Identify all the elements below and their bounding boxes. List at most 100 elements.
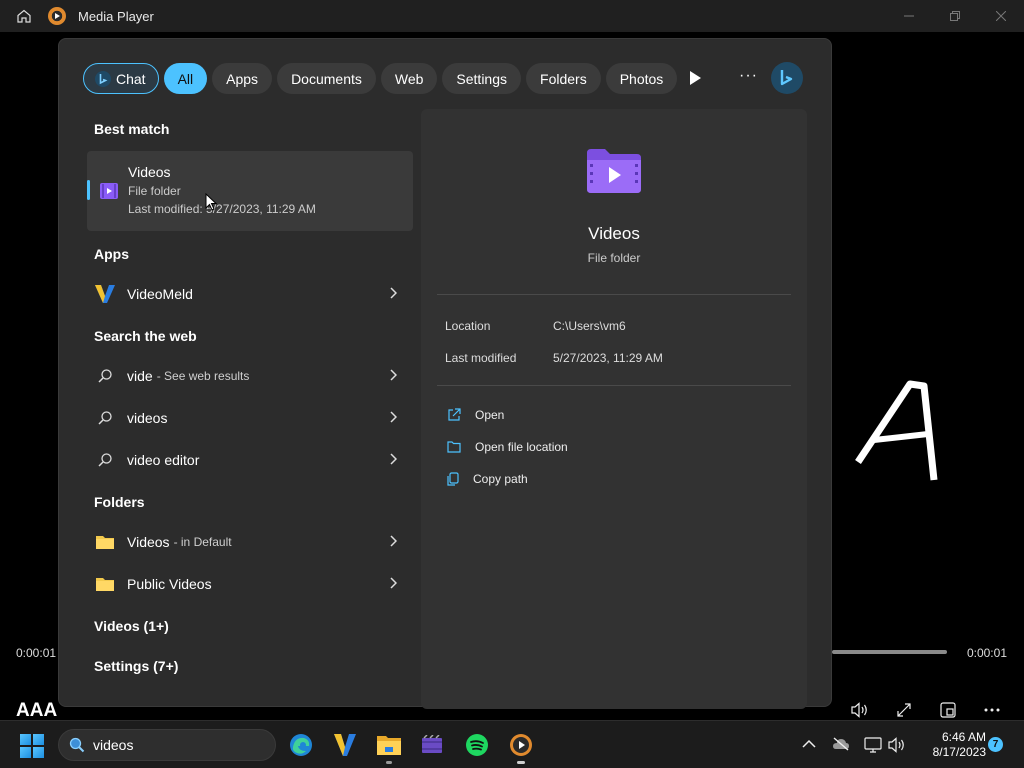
restore-icon: [950, 11, 960, 21]
taskbar-search-query: videos: [93, 737, 134, 753]
running-indicator: [386, 761, 392, 764]
folder-result-2[interactable]: Public Videos: [83, 566, 413, 602]
onedrive-offline-icon[interactable]: [832, 737, 850, 751]
seek-bar[interactable]: [832, 650, 947, 654]
modified-label: Last modified: [445, 351, 517, 365]
web-result-query: videos: [127, 410, 168, 426]
bing-button[interactable]: [771, 62, 803, 94]
window-title: Media Player: [78, 8, 154, 24]
videos-folder-icon: [100, 183, 118, 199]
web-result-3[interactable]: video editor: [83, 442, 413, 478]
web-result-1[interactable]: vide - See web results: [83, 358, 413, 394]
home-button[interactable]: [0, 0, 48, 32]
modified-value: 5/27/2023, 11:29 AM: [553, 351, 663, 365]
file-explorer-taskbar-button[interactable]: [375, 731, 403, 759]
copy-icon: [447, 472, 459, 486]
volume-icon[interactable]: [888, 737, 906, 753]
taskbar-search-box[interactable]: videos: [58, 729, 276, 761]
app-result-videomeld[interactable]: VideoMeld: [83, 276, 413, 312]
more-icon: [984, 708, 1000, 712]
preview-pane: Videos File folder Location C:\Users\vm6…: [421, 109, 807, 709]
mini-player-button[interactable]: [926, 698, 970, 722]
chevron-right-icon[interactable]: [389, 453, 397, 465]
chevron-right-icon[interactable]: [389, 577, 397, 589]
chevron-right-icon[interactable]: [389, 535, 397, 547]
chip-photos[interactable]: Photos: [605, 63, 678, 94]
chip-all[interactable]: All: [163, 63, 208, 94]
action-open-file-location[interactable]: Open file location: [447, 440, 568, 454]
network-icon[interactable]: [864, 737, 882, 753]
web-result-query: vide: [127, 368, 153, 384]
bing-chat-icon: [95, 70, 111, 87]
web-result-2[interactable]: videos: [83, 400, 413, 436]
start-button[interactable]: [20, 734, 44, 758]
more-options-icon[interactable]: ···: [739, 67, 758, 85]
action-copy-path[interactable]: Copy path: [447, 472, 528, 486]
media-player-logo-icon: [48, 7, 66, 25]
chevron-right-icon[interactable]: [389, 287, 397, 299]
best-match-type: File folder: [128, 184, 181, 198]
clock-time: 6:46 AM: [941, 730, 986, 744]
fullscreen-button[interactable]: [882, 698, 926, 722]
chip-settings[interactable]: Settings: [442, 63, 522, 94]
section-apps: Apps: [94, 246, 129, 262]
file-explorer-icon: [377, 736, 401, 755]
chip-documents[interactable]: Documents: [277, 63, 376, 94]
mini-player-icon: [940, 702, 956, 718]
chip-web[interactable]: Web: [380, 63, 438, 94]
chevron-right-icon[interactable]: [389, 411, 397, 423]
search-icon: [98, 411, 112, 425]
videomeld-app-icon: [95, 285, 115, 303]
best-match-item[interactable]: Videos File folder Last modified: 5/27/2…: [87, 151, 413, 231]
media-title: AAA: [16, 700, 58, 721]
mouse-cursor-icon: [205, 193, 217, 211]
more-chips-play-icon[interactable]: [687, 69, 703, 87]
action-open-file-location-label: Open file location: [475, 440, 568, 454]
spotify-taskbar-button[interactable]: [463, 731, 491, 759]
preview-divider-top: [437, 294, 791, 295]
close-icon: [996, 11, 1006, 21]
restore-button[interactable]: [932, 0, 978, 32]
more-options-button[interactable]: [970, 698, 1014, 722]
action-open[interactable]: Open: [447, 408, 504, 422]
bing-icon: [780, 70, 793, 86]
close-button[interactable]: [978, 0, 1024, 32]
video-editor-icon: [422, 735, 442, 753]
media-player-titlebar: Media Player: [0, 0, 1024, 32]
folder-result-suffix: - in Default: [173, 535, 232, 549]
search-icon: [98, 369, 112, 383]
search-icon: [98, 453, 112, 467]
chip-apps[interactable]: Apps: [212, 63, 273, 94]
section-settings-more[interactable]: Settings (7+): [94, 658, 178, 674]
taskbar: videos 6:46 AM 8/17/2023 7: [0, 720, 1024, 768]
window-controls: [886, 0, 1024, 32]
show-hidden-icons-chevron-icon[interactable]: [802, 739, 816, 749]
notification-badge[interactable]: 7: [988, 737, 1003, 752]
folder-result-1[interactable]: Videos - in Default: [83, 524, 413, 560]
folder-result-name: Public Videos: [127, 576, 212, 592]
section-folders: Folders: [94, 494, 145, 510]
app-result-label: VideoMeld: [127, 286, 193, 302]
web-result-query: video editor: [127, 452, 200, 468]
clock-date: 8/17/2023: [932, 745, 986, 759]
chevron-right-icon[interactable]: [389, 369, 397, 381]
system-clock[interactable]: 6:46 AM 8/17/2023: [916, 730, 986, 760]
media-player-taskbar-button[interactable]: [507, 731, 535, 759]
open-external-icon: [448, 408, 461, 421]
section-search-web: Search the web: [94, 328, 197, 344]
edge-icon: [290, 734, 312, 756]
video-frame-letter: [855, 380, 938, 481]
best-match-name: Videos: [128, 164, 171, 180]
home-icon: [17, 9, 31, 23]
section-videos-more[interactable]: Videos (1+): [94, 618, 169, 634]
chip-chat-label: Chat: [116, 70, 146, 87]
volume-button[interactable]: [838, 698, 882, 722]
spotify-icon: [466, 734, 488, 756]
videomeld-taskbar-button[interactable]: [331, 731, 359, 759]
minimize-button[interactable]: [886, 0, 932, 32]
edge-taskbar-button[interactable]: [287, 731, 315, 759]
video-editor-taskbar-button[interactable]: [418, 731, 446, 759]
chip-folders[interactable]: Folders: [526, 63, 601, 94]
videomeld-app-icon: [334, 734, 356, 756]
chip-chat[interactable]: Chat: [83, 63, 159, 94]
